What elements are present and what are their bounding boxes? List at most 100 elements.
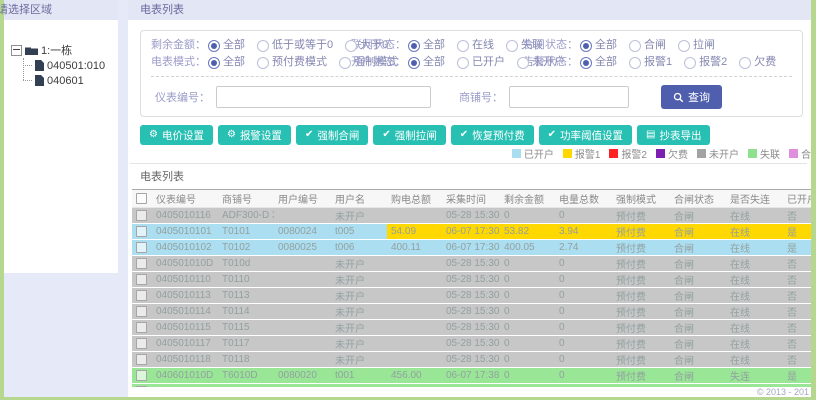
radio-icon[interactable] <box>257 39 269 52</box>
table-row: 0405010118T0118未开户05-28 15:30:0000预付费合闸在… <box>132 351 811 368</box>
table-cell <box>274 207 331 224</box>
table-cell: 0 <box>500 319 555 336</box>
query-button[interactable]: 查询 <box>661 85 722 109</box>
file-icon <box>35 75 44 86</box>
radio-icon[interactable] <box>517 56 529 69</box>
legend-label: 未开户 <box>709 150 739 161</box>
radio-option[interactable]: 已开户 <box>457 54 505 71</box>
row-checkbox[interactable] <box>136 257 147 269</box>
row-checkbox[interactable] <box>136 321 147 333</box>
table-cell: 合闸 <box>670 255 726 272</box>
table-cell <box>274 335 331 352</box>
table-cell: 0 <box>555 303 612 320</box>
legend-item: 报警2 <box>609 146 647 161</box>
legend-swatch <box>748 149 757 158</box>
table-cell: 05-28 15:30:00 <box>442 303 500 320</box>
radio-option[interactable]: 报警2 <box>684 54 727 71</box>
select-all-checkbox[interactable] <box>136 192 147 204</box>
radio-option[interactable]: 全部 <box>208 37 245 54</box>
table-cell: 456.00 <box>387 367 442 384</box>
radio-icon[interactable] <box>629 56 641 69</box>
radio-option[interactable]: 全部 <box>580 54 617 71</box>
table-cell: 否 <box>783 351 811 368</box>
radio-icon[interactable] <box>208 56 220 69</box>
toolbar-button[interactable]: ⚙ 电价设置 <box>140 125 213 145</box>
copyright: © 2013 - 201 <box>756 387 809 397</box>
collapse-icon[interactable] <box>11 44 22 56</box>
table-cell: 05-28 15:30:00 <box>442 351 500 368</box>
toolbar-button[interactable]: ✔ 强制合闸 <box>295 125 369 145</box>
table-cell: 预付费 <box>612 319 670 336</box>
table-cell: 0 <box>555 367 612 384</box>
query-button-label: 查询 <box>688 92 710 104</box>
radio-option[interactable]: 全部 <box>408 54 445 71</box>
row-checkbox[interactable] <box>136 337 147 349</box>
radio-icon[interactable] <box>678 39 690 52</box>
radio-icon[interactable] <box>580 39 592 52</box>
row-checkbox[interactable] <box>136 209 147 221</box>
radio-option[interactable]: 全部 <box>580 37 617 54</box>
radio-icon[interactable] <box>208 39 220 52</box>
table-cell: 是 <box>783 239 811 256</box>
toolbar-button[interactable]: ✔ 功率阈值设置 <box>538 125 632 145</box>
radio-icon[interactable] <box>345 39 358 52</box>
radio-icon[interactable] <box>457 39 469 52</box>
toolbar-button-label: 电价设置 <box>161 129 204 142</box>
row-checkbox[interactable] <box>136 305 147 317</box>
radio-icon[interactable] <box>408 39 420 52</box>
radio-icon[interactable] <box>339 56 351 69</box>
table-cell: ADF300-D 3 <box>218 207 274 224</box>
table-cell: 在线 <box>726 271 783 288</box>
table-cell: T0114 <box>218 303 274 320</box>
row-checkbox-cell <box>132 207 152 224</box>
radio-option[interactable]: 全部 <box>408 37 445 54</box>
table-cell: 0405010116 <box>152 207 218 224</box>
tree-node-root[interactable]: 1:一栋 <box>11 42 118 58</box>
table-cell: 54.09 <box>387 223 442 240</box>
row-checkbox[interactable] <box>136 225 147 237</box>
row-checkbox[interactable] <box>136 353 147 365</box>
radio-icon[interactable] <box>506 39 518 52</box>
radio-option[interactable]: 欠费 <box>739 54 776 71</box>
radio-option[interactable]: 合闸 <box>629 37 666 54</box>
row-checkbox[interactable] <box>136 273 147 285</box>
table-cell: 预付费 <box>612 367 670 384</box>
radio-option[interactable]: 在线 <box>457 37 494 54</box>
toolbar-button[interactable]: ⚙ 报警设置 <box>217 125 291 145</box>
row-checkbox[interactable] <box>136 369 147 381</box>
radio-icon[interactable] <box>457 56 469 69</box>
table-cell: 0405010113 <box>152 287 218 304</box>
row-checkbox[interactable] <box>136 241 147 253</box>
radio-icon[interactable] <box>580 56 592 69</box>
row-checkbox-cell <box>132 351 152 368</box>
table-header-cell: 购电总额 <box>387 189 442 208</box>
toolbar-button[interactable]: ✔ 强制拉闸 <box>373 125 446 145</box>
radio-option[interactable]: 拉闸 <box>678 37 715 54</box>
legend-swatch <box>789 149 798 158</box>
radio-icon[interactable] <box>408 56 420 69</box>
tree-node-meter[interactable]: 040501:010 <box>23 58 118 73</box>
radio-option[interactable]: 预付费模式 <box>257 54 327 71</box>
table-cell: 预付费 <box>612 287 670 304</box>
shop-no-input[interactable] <box>509 86 629 108</box>
table-cell <box>387 287 442 304</box>
toolbar-button[interactable]: ✔ 恢复预付费 <box>450 125 534 145</box>
row-checkbox[interactable] <box>136 289 147 301</box>
radio-icon[interactable] <box>629 39 641 52</box>
radio-option[interactable]: 报警1 <box>629 54 672 71</box>
radio-icon[interactable] <box>739 56 752 69</box>
radio-option[interactable]: 全部 <box>208 54 245 71</box>
tree-node-meter[interactable]: 040601 <box>23 73 118 88</box>
meter-no-input[interactable] <box>216 86 431 108</box>
table-cell: T0110 <box>218 271 274 288</box>
radio-option[interactable]: 低于或等于0 <box>257 37 333 54</box>
toolbar-button-label: 强制拉闸 <box>394 129 437 142</box>
radio-icon[interactable] <box>684 56 697 69</box>
table-cell: 0405010114 <box>152 303 218 320</box>
page-title: 电表列表 <box>128 0 811 20</box>
toolbar-button[interactable]: ▤ 抄表导出 <box>637 125 711 145</box>
table-cell: 合闸 <box>670 335 726 352</box>
table-cell: T6010D <box>218 367 274 384</box>
radio-icon[interactable] <box>257 56 269 69</box>
radio-option-label: 全部 <box>223 39 245 51</box>
